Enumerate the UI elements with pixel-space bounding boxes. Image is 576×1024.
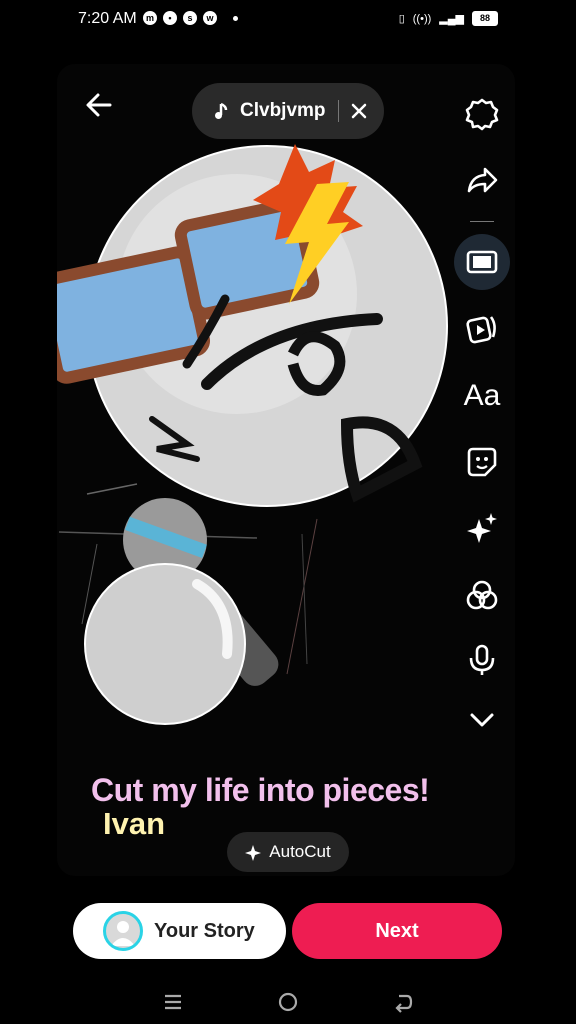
battery-icon: 88 bbox=[472, 11, 498, 26]
settings-button[interactable] bbox=[458, 92, 506, 136]
signal-icon: ▂▄▆ bbox=[439, 13, 464, 25]
crop-frame-icon bbox=[466, 250, 498, 274]
pill-divider bbox=[337, 100, 339, 122]
more-tools-button[interactable] bbox=[458, 698, 506, 742]
user-placeholder-icon bbox=[111, 921, 135, 946]
music-note-icon bbox=[215, 102, 228, 119]
chevron-down-icon bbox=[470, 713, 494, 727]
microphone-icon bbox=[469, 644, 495, 675]
your-story-label: Your Story bbox=[154, 919, 255, 942]
effects-button[interactable] bbox=[458, 506, 506, 550]
caption-name[interactable]: Ivan bbox=[103, 806, 165, 842]
hotspot-icon: ((•)) bbox=[412, 12, 432, 25]
sparkle-icon bbox=[245, 845, 262, 861]
system-icons: ▯ ((•)) ▂▄▆ 88 bbox=[399, 11, 498, 26]
more-notifications-dot bbox=[233, 15, 238, 21]
filters-button[interactable] bbox=[458, 574, 506, 618]
autocut-label: AutoCut bbox=[269, 842, 331, 861]
your-story-button[interactable]: Your Story bbox=[73, 903, 286, 959]
avatar bbox=[103, 911, 143, 951]
recent-apps-icon[interactable] bbox=[161, 990, 185, 1014]
voice-button[interactable] bbox=[458, 638, 506, 682]
status-bar: 7:20 AM m • s w ▯ ((•)) ▂▄▆ 88 bbox=[0, 0, 576, 40]
video-templates-icon bbox=[466, 316, 496, 344]
sparkle-icon bbox=[467, 513, 497, 543]
gear-icon bbox=[465, 98, 499, 131]
video-preview[interactable] bbox=[57, 64, 515, 876]
sticker-icon bbox=[467, 447, 497, 477]
templates-button[interactable] bbox=[458, 306, 506, 350]
share-arrow-icon bbox=[467, 167, 498, 193]
next-button[interactable]: Next bbox=[292, 903, 502, 959]
status-time: 7:20 AM bbox=[78, 10, 137, 27]
stickers-button[interactable] bbox=[458, 440, 506, 484]
caption-text[interactable]: Cut my life into pieces! bbox=[91, 772, 430, 809]
filters-circles-icon bbox=[466, 580, 498, 610]
sticker-artwork bbox=[57, 144, 448, 725]
snapchat-icon: s bbox=[183, 11, 197, 25]
system-navigation-bar bbox=[0, 980, 576, 1024]
close-icon[interactable] bbox=[351, 103, 367, 119]
text-button[interactable]: Aa bbox=[458, 374, 506, 418]
music-selector[interactable]: Clvbjvmp bbox=[192, 83, 384, 139]
back-icon[interactable] bbox=[391, 990, 415, 1014]
crop-button[interactable] bbox=[458, 240, 506, 284]
chat-icon: • bbox=[163, 11, 177, 25]
toolbar-divider bbox=[470, 221, 494, 222]
home-icon[interactable] bbox=[276, 990, 300, 1014]
wifi-calling-icon: w bbox=[203, 11, 217, 25]
messenger-icon: m bbox=[143, 11, 157, 25]
music-title: Clvbjvmp bbox=[240, 100, 326, 121]
notification-icons: m • s w bbox=[143, 11, 238, 25]
share-button[interactable] bbox=[458, 158, 506, 202]
vibrate-icon: ▯ bbox=[398, 13, 405, 25]
autocut-button[interactable]: AutoCut bbox=[227, 832, 349, 872]
back-arrow-icon[interactable] bbox=[84, 90, 114, 120]
